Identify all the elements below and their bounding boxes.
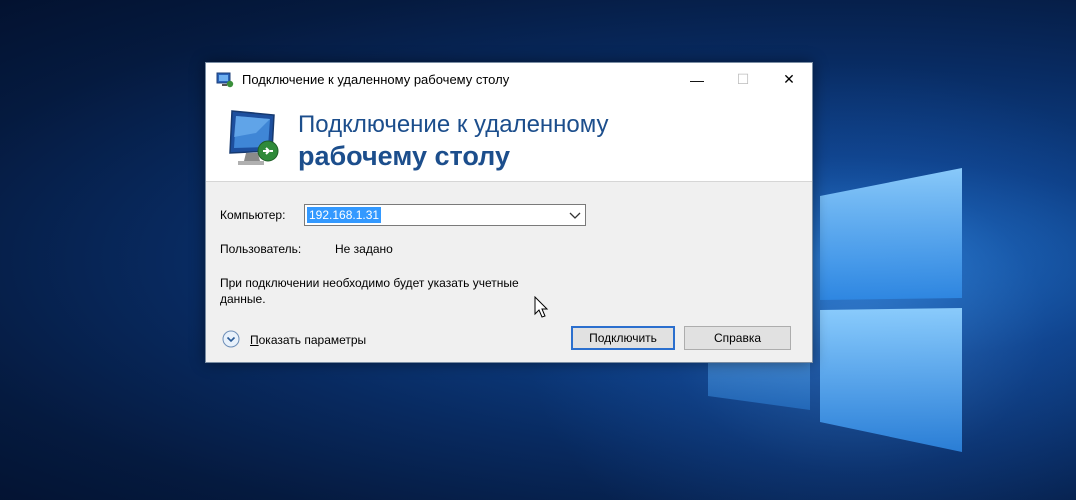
window-title: Подключение к удаленному рабочему столу [242,72,510,87]
minimize-button[interactable]: — [674,63,720,96]
mouse-cursor-icon [534,296,549,318]
expand-options-icon[interactable] [222,330,240,348]
user-label: Пользователь: [220,242,302,256]
user-value: Не задано [335,242,393,256]
credentials-info-line2: данные. [220,292,266,306]
banner: Подключение к удаленному рабочему столу [206,96,812,182]
help-button[interactable]: Справка [684,326,791,350]
credentials-info-line1: При подключении необходимо будет указать… [220,276,519,290]
dialog-body: Компьютер: 192.168.1.31 Пользователь: Не… [206,182,812,362]
banner-title-line1: Подключение к удаленному [298,111,609,138]
computer-input-value[interactable]: 192.168.1.31 [307,207,382,223]
remote-desktop-app-icon [216,72,234,87]
maximize-button[interactable]: ☐ [720,63,766,96]
title-bar[interactable]: Подключение к удаленному рабочему столу … [206,63,812,96]
close-button[interactable]: ✕ [766,63,812,96]
window-controls: — ☐ ✕ [674,63,812,96]
show-params-accesskey: П [250,333,259,347]
show-params-text: оказать параметры [258,333,367,347]
chevron-down-icon[interactable] [569,208,581,222]
banner-title-line2: рабочему столу [298,141,510,171]
remote-desktop-monitor-icon [229,110,279,165]
computer-label: Компьютер: [220,208,286,222]
connect-button[interactable]: Подключить [571,326,675,350]
show-params-link[interactable]: Показать параметры [250,333,366,347]
computer-combobox[interactable]: 192.168.1.31 [304,204,586,226]
desktop: Подключение к удаленному рабочему столу … [0,0,1076,500]
rdp-dialog: Подключение к удаленному рабочему столу … [205,62,813,363]
